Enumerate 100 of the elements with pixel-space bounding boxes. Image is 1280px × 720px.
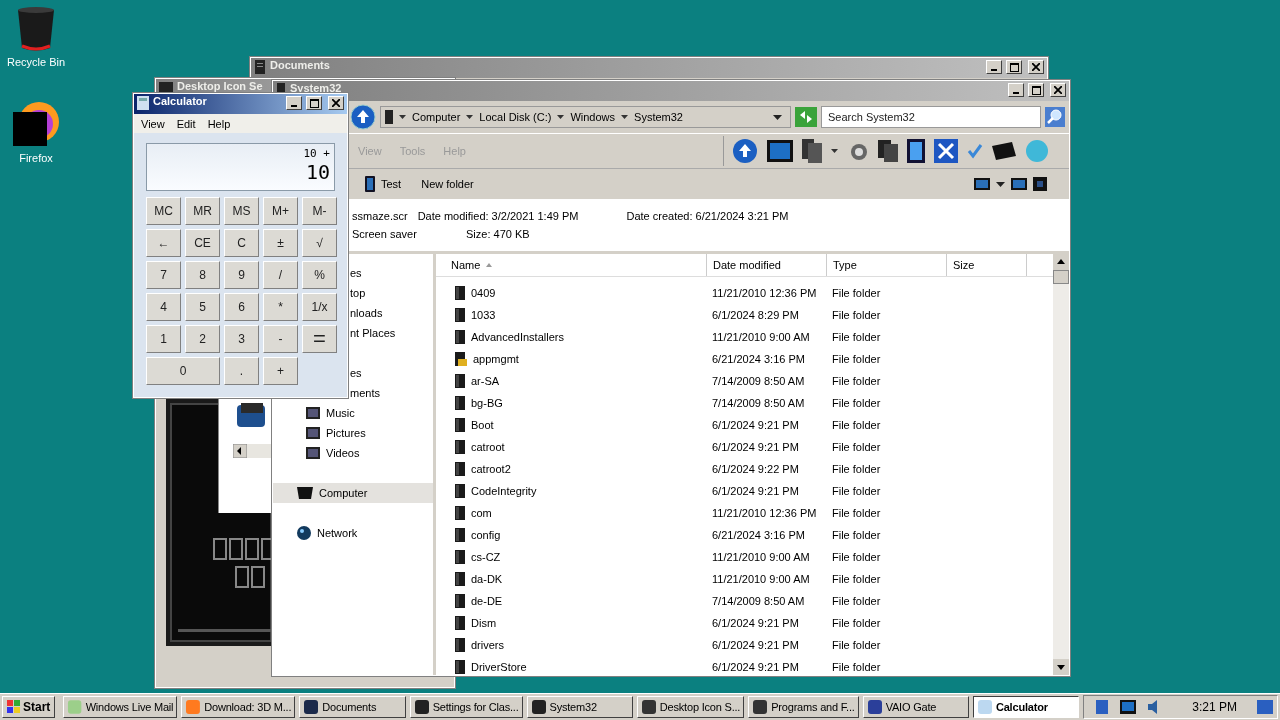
caret-icon[interactable] <box>399 115 406 119</box>
file-name[interactable]: drivers <box>471 639 504 651</box>
vertical-scrollbar[interactable] <box>1053 254 1069 675</box>
file-name[interactable]: de-DE <box>471 595 503 607</box>
calculator-key[interactable]: 1/x <box>302 293 337 321</box>
file-name[interactable]: bg-BG <box>471 397 503 409</box>
file-name[interactable]: DriverStore <box>471 661 527 673</box>
taskbar-button[interactable]: Desktop Icon S... <box>636 696 745 718</box>
calculator-key[interactable]: 2 <box>185 325 220 353</box>
calculator-key[interactable]: C <box>224 229 259 257</box>
file-name[interactable]: 1033 <box>471 309 496 321</box>
calculator-key[interactable]: 4 <box>146 293 181 321</box>
taskbar-button[interactable]: VAIO Gate <box>862 696 969 718</box>
taskbar-button[interactable]: Programs and F... <box>748 696 859 718</box>
close-icon[interactable] <box>934 139 958 163</box>
taskbar-button[interactable]: Settings for Clas... <box>409 696 523 718</box>
taskbar-button[interactable]: System32 <box>526 696 633 718</box>
caret-icon[interactable] <box>557 115 565 119</box>
command-button[interactable]: New folder <box>421 178 474 190</box>
nav-item[interactable]: Videos <box>273 443 433 463</box>
icon-label[interactable]: Firefox <box>19 152 53 164</box>
file-name[interactable]: appmgmt <box>473 353 519 365</box>
checkmark-icon[interactable] <box>967 143 983 159</box>
nav-item[interactable]: Music <box>273 403 433 423</box>
nav-item[interactable]: Computer <box>273 483 433 503</box>
breadcrumb-item[interactable]: Local Disk (C:) <box>479 111 552 123</box>
nav-item[interactable]: nloads <box>350 303 433 323</box>
menu-item[interactable]: Edit <box>176 117 196 130</box>
file-name[interactable]: catroot2 <box>471 463 511 475</box>
file-name[interactable]: Dism <box>471 617 497 629</box>
scroll-down-icon[interactable] <box>1053 659 1069 675</box>
breadcrumb-item[interactable]: System32 <box>634 111 683 123</box>
nav-item[interactable]: Network <box>273 523 433 543</box>
calculator-key[interactable]: 5 <box>185 293 220 321</box>
calculator-key[interactable]: M+ <box>263 197 298 225</box>
caret-icon[interactable] <box>831 149 838 153</box>
file-name[interactable]: config <box>471 529 501 541</box>
nav-item[interactable]: ments <box>350 383 433 403</box>
start-button[interactable]: Start <box>2 696 56 718</box>
file-name[interactable]: da-DK <box>471 573 503 585</box>
breadcrumb-item[interactable]: Windows <box>570 111 616 123</box>
nav-item[interactable]: es <box>350 263 433 283</box>
calculator-key[interactable]: 3 <box>224 325 259 353</box>
caret-icon[interactable] <box>466 115 474 119</box>
command-button[interactable]: Test <box>381 178 402 190</box>
close-button[interactable] <box>328 96 344 110</box>
menu-item[interactable]: Help <box>207 117 231 130</box>
taskbar-button[interactable]: Download: 3D M... <box>181 696 296 718</box>
horizontal-scrollbar[interactable] <box>233 444 271 458</box>
icon-label[interactable]: Recycle Bin <box>6 56 66 68</box>
calculator-key[interactable]: = <box>302 325 337 353</box>
nav-item[interactable]: top <box>350 283 433 303</box>
caret-icon[interactable] <box>621 115 629 119</box>
column-header[interactable]: Type <box>827 254 947 276</box>
scroll-left-icon[interactable] <box>233 444 247 458</box>
view-icon[interactable] <box>974 178 990 190</box>
wallet-icon[interactable] <box>992 142 1016 160</box>
scroll-up-icon[interactable] <box>1053 254 1069 270</box>
calculator-key[interactable]: . <box>224 357 259 385</box>
file-name[interactable]: com <box>471 507 492 519</box>
calculator-key[interactable]: 7 <box>146 261 181 289</box>
calculator-key[interactable]: 8 <box>185 261 220 289</box>
file-name[interactable]: AdvancedInstallers <box>471 331 564 343</box>
calculator-key[interactable]: - <box>263 325 298 353</box>
column-header[interactable]: Date modified <box>707 254 827 276</box>
calculator-key[interactable]: ← <box>146 229 181 257</box>
taskbar-button[interactable]: Documents <box>299 696 406 718</box>
calculator-key[interactable]: % <box>302 261 337 289</box>
minimize-button[interactable] <box>286 96 302 110</box>
nav-item[interactable]: nt Places <box>350 323 433 343</box>
breadcrumb-item[interactable]: Computer <box>412 111 461 123</box>
monitor-icon[interactable] <box>1120 700 1137 714</box>
taskbar-button[interactable]: Calculator <box>972 696 1080 718</box>
file-name[interactable]: CodeIntegrity <box>471 485 537 497</box>
nav-item[interactable]: Pictures <box>273 423 433 443</box>
calculator-key[interactable]: 6 <box>224 293 259 321</box>
file-name[interactable]: Boot <box>471 419 494 431</box>
maximize-button[interactable] <box>306 96 322 110</box>
calculator-key[interactable]: * <box>263 293 298 321</box>
caret-icon[interactable] <box>996 181 1005 187</box>
calculator-key[interactable]: MC <box>146 197 181 225</box>
address-bar[interactable]: Computer Local Disk (C:) Windows System32 <box>380 106 791 128</box>
copy-icon[interactable] <box>878 140 898 162</box>
document-stack-icon[interactable] <box>802 139 822 163</box>
search-field[interactable]: Search System32 <box>821 106 1041 128</box>
preview-pane-icon[interactable] <box>1011 178 1027 190</box>
calculator-key[interactable]: + <box>263 357 298 385</box>
nav-item[interactable]: es <box>350 363 433 383</box>
taskbar-button[interactable]: Windows Live Mail <box>63 696 178 718</box>
column-header[interactable]: Size <box>947 254 1027 276</box>
calculator-key[interactable]: √ <box>302 229 337 257</box>
calculator-key[interactable]: CE <box>185 229 220 257</box>
calculator-key[interactable]: ± <box>263 229 298 257</box>
scroll-thumb[interactable] <box>1053 270 1069 284</box>
dropdown-icon[interactable] <box>773 114 782 120</box>
search-icon[interactable] <box>1045 107 1065 127</box>
calculator-key[interactable]: / <box>263 261 298 289</box>
calculator-key[interactable]: MR <box>185 197 220 225</box>
refresh-icon[interactable] <box>795 107 817 127</box>
clock[interactable]: 3:21 PM <box>1192 700 1237 714</box>
